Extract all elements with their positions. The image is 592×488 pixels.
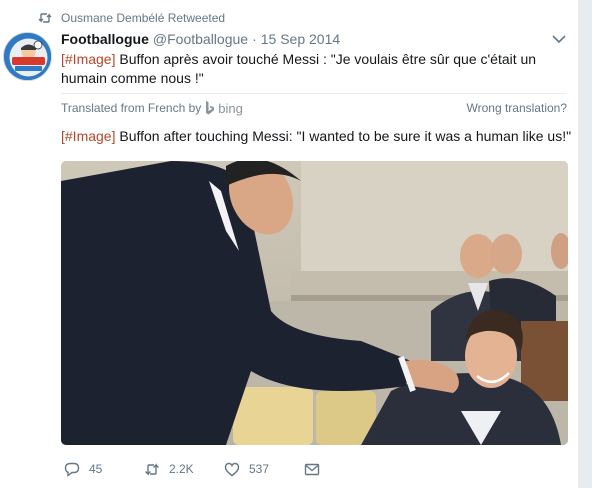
- translated-text: [#Image] Buffon after touching Messi: "I…: [61, 127, 571, 145]
- chevron-down-icon[interactable]: [552, 34, 566, 44]
- separator: ·: [252, 31, 257, 47]
- reply-button[interactable]: 45: [64, 462, 144, 477]
- tweet-header: Footballogue @Footballogue · 15 Sep 2014: [61, 31, 568, 49]
- direct-message-button[interactable]: [304, 462, 329, 477]
- like-button[interactable]: 537: [224, 462, 304, 477]
- retweet-icon: [38, 13, 52, 23]
- tweet-photo[interactable]: [61, 161, 568, 445]
- reply-count: 45: [89, 462, 103, 476]
- reply-icon: [64, 462, 80, 477]
- divider: [61, 93, 567, 94]
- bing-label: bing: [218, 100, 243, 116]
- tweet-container: Ousmane Dembélé Retweeted Footballogue @…: [0, 0, 578, 488]
- heart-icon: [224, 462, 240, 476]
- timeline-gutter: [578, 0, 592, 488]
- translated-body: Buffon after touching Messi: "I wanted t…: [115, 128, 572, 144]
- photo-image: [61, 161, 568, 445]
- footballogue-logo: [4, 33, 51, 80]
- retweet-count: 2.2K: [169, 462, 194, 476]
- avatar[interactable]: [3, 32, 52, 81]
- tweet-text: [#Image] Buffon après avoir touché Messi…: [61, 50, 556, 88]
- retweet-icon: [145, 462, 159, 476]
- username[interactable]: @Footballogue: [153, 31, 248, 47]
- wrong-translation-link[interactable]: Wrong translation?: [467, 101, 568, 115]
- retweet-context[interactable]: Ousmane Dembélé Retweeted: [38, 10, 225, 26]
- envelope-icon: [304, 463, 320, 475]
- retweet-context-text: Ousmane Dembélé Retweeted: [61, 11, 226, 25]
- tweet-body: Buffon après avoir touché Messi : "Je vo…: [61, 51, 537, 86]
- bing-icon: [206, 101, 215, 115]
- retweet-button[interactable]: 2.2K: [144, 462, 224, 477]
- hashtag-link[interactable]: [#Image]: [61, 51, 115, 67]
- fullname[interactable]: Footballogue: [61, 31, 149, 47]
- translation-label: Translated from French by: [61, 101, 202, 115]
- translation-bar: Translated from French by bing Wrong tra…: [61, 99, 567, 117]
- tweet-actions: 45 2.2K 537: [64, 460, 329, 478]
- translated-hashtag-link[interactable]: [#Image]: [61, 128, 115, 144]
- timestamp[interactable]: 15 Sep 2014: [261, 31, 340, 47]
- like-count: 537: [249, 462, 270, 476]
- bing-logo: bing: [205, 101, 243, 116]
